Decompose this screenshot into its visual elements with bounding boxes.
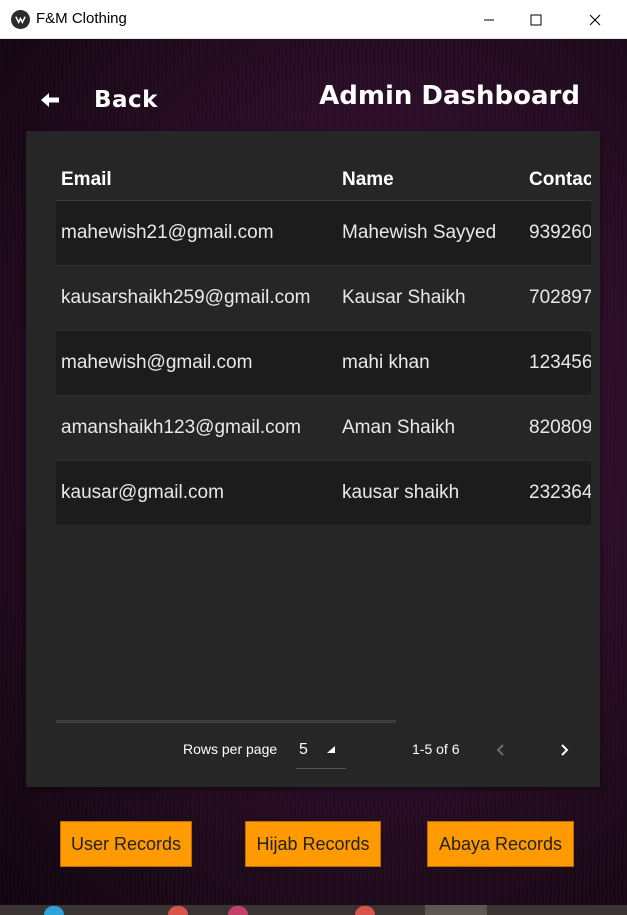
cell-name: kausar shaikh	[337, 460, 524, 525]
maximize-button[interactable]	[513, 0, 559, 39]
table-pagination: Rows per page 5 1-5 of 6	[26, 731, 600, 771]
pagination-range: 1-5 of 6	[412, 741, 460, 757]
back-button[interactable]: Back	[38, 85, 158, 115]
app-logo-icon	[11, 10, 30, 29]
horizontal-scrollbar[interactable]	[56, 720, 396, 723]
maximize-icon	[530, 14, 542, 25]
column-header-name[interactable]: Name	[337, 161, 524, 201]
close-icon	[589, 14, 601, 25]
chevron-right-icon	[561, 744, 569, 756]
table-row[interactable]: mahewish@gmail.com mahi khan 123456	[56, 330, 591, 396]
cell-contact: 939260	[524, 200, 591, 266]
table-row[interactable]: amanshaikh123@gmail.com Aman Shaikh 8208…	[56, 395, 591, 461]
user-records-button[interactable]: User Records	[60, 821, 192, 867]
table-row[interactable]: mahewish21@gmail.com Mahewish Sayyed 939…	[56, 200, 591, 266]
back-label: Back	[94, 87, 158, 113]
cell-name: mahi khan	[337, 330, 524, 396]
taskbar	[0, 905, 627, 915]
hijab-records-button[interactable]: Hijab Records	[245, 821, 381, 867]
window-titlebar: F&M Clothing	[0, 0, 627, 39]
table-viewport[interactable]: Email Name Contac mahewish21@gmail.com M…	[56, 161, 591, 525]
close-button[interactable]	[572, 0, 618, 39]
taskbar-app-icon[interactable]	[168, 906, 188, 915]
app-content: Back Admin Dashboard Email Name Contac m…	[0, 39, 627, 905]
cell-email: kausar@gmail.com	[56, 460, 337, 525]
cell-contact: 232364	[524, 460, 591, 525]
table-row[interactable]: kausar@gmail.com kausar shaikh 232364	[56, 460, 591, 525]
cell-name: Kausar Shaikh	[337, 265, 524, 331]
taskbar-app-icon[interactable]	[355, 906, 375, 915]
table-row[interactable]: kausarshaikh259@gmail.com Kausar Shaikh …	[56, 265, 591, 331]
back-arrow-icon	[38, 88, 62, 112]
cell-contact: 702897	[524, 265, 591, 331]
cell-email: mahewish@gmail.com	[56, 330, 337, 396]
column-header-email[interactable]: Email	[56, 161, 337, 201]
users-table: Email Name Contac mahewish21@gmail.com M…	[56, 161, 591, 525]
window-title: F&M Clothing	[36, 10, 127, 27]
column-header-contact[interactable]: Contac	[524, 161, 591, 201]
rows-per-page-select[interactable]: 5	[296, 735, 346, 769]
chevron-left-icon	[496, 744, 504, 756]
cell-email: amanshaikh123@gmail.com	[56, 395, 337, 461]
cell-contact: 820809	[524, 395, 591, 461]
previous-page-button[interactable]	[486, 735, 516, 765]
taskbar-app-icon[interactable]	[228, 906, 248, 915]
minimize-icon	[484, 19, 494, 20]
rows-per-page-value: 5	[299, 741, 308, 758]
cell-email: mahewish21@gmail.com	[56, 200, 337, 266]
minimize-button[interactable]	[466, 0, 512, 39]
dropdown-arrow-icon	[327, 746, 335, 753]
cell-email: kausarshaikh259@gmail.com	[56, 265, 337, 331]
cell-contact: 123456	[524, 330, 591, 396]
taskbar-active-app[interactable]	[425, 905, 487, 915]
page-title: Admin Dashboard	[319, 81, 580, 111]
cell-name: Aman Shaikh	[337, 395, 524, 461]
next-page-button[interactable]	[549, 735, 579, 765]
taskbar-app-icon[interactable]	[44, 906, 64, 915]
cell-name: Mahewish Sayyed	[337, 200, 524, 266]
table-header-row: Email Name Contac	[56, 161, 591, 201]
rows-per-page-label: Rows per page	[183, 741, 278, 757]
users-table-card: Email Name Contac mahewish21@gmail.com M…	[26, 131, 600, 787]
abaya-records-button[interactable]: Abaya Records	[427, 821, 574, 867]
